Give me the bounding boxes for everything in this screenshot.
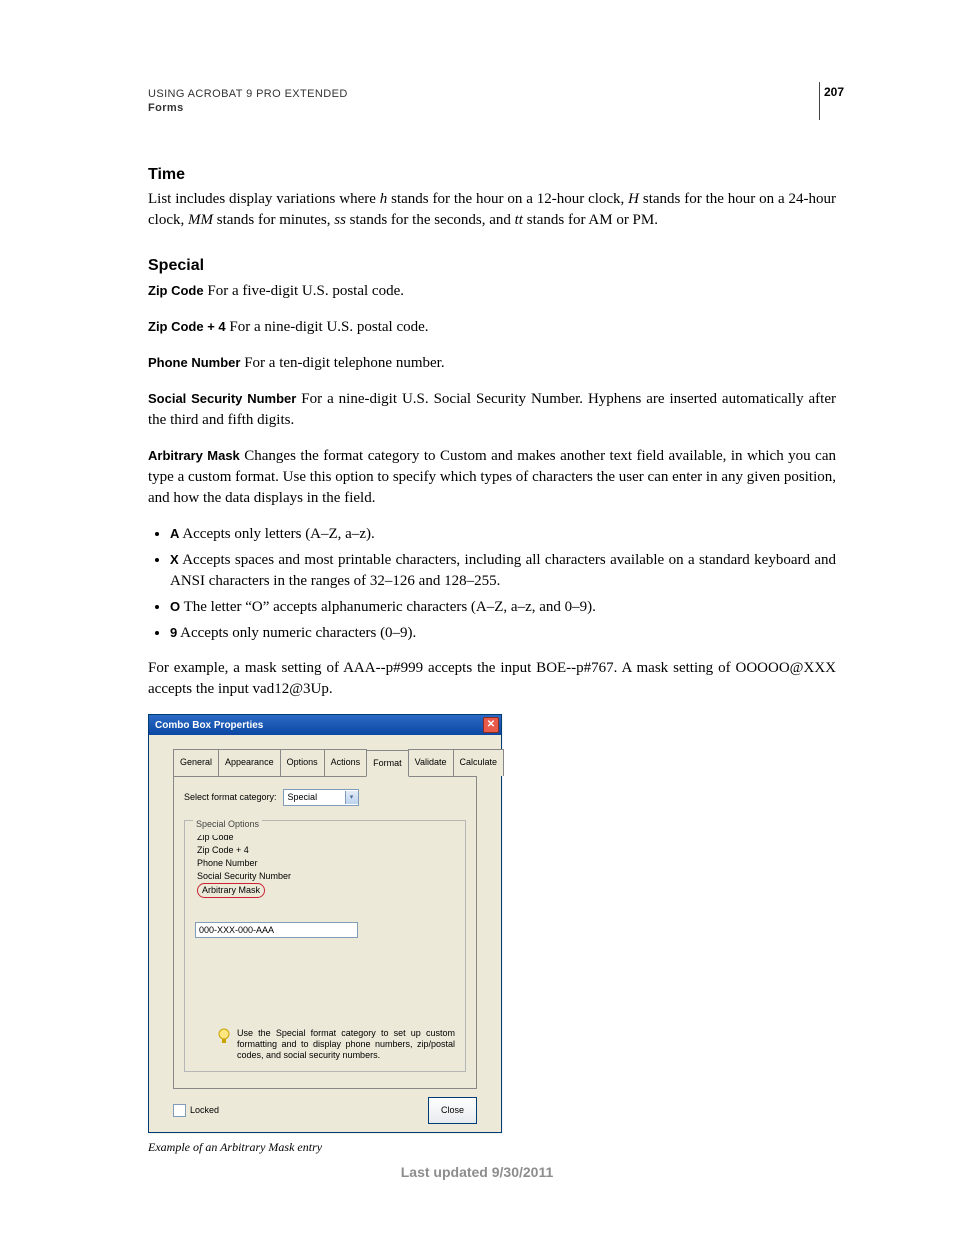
tab-calculate[interactable]: Calculate xyxy=(453,749,505,776)
page-number-rule xyxy=(819,82,820,120)
option-ssn[interactable]: Social Security Number xyxy=(195,870,355,883)
tab-format[interactable]: Format xyxy=(366,750,409,777)
hint-row: Use the Special format category to set u… xyxy=(195,1028,455,1061)
body-content: Time List includes display variations wh… xyxy=(148,164,836,1158)
option-phone[interactable]: Phone Number xyxy=(195,857,355,870)
figure-caption: Example of an Arbitrary Mask entry xyxy=(148,1137,836,1158)
mask-code-X: X Accepts spaces and most printable char… xyxy=(170,549,836,592)
dialog-body: General Appearance Options Actions Forma… xyxy=(149,735,501,1132)
special-options-group: Special Options Zip Code Zip Code + 4 Ph… xyxy=(184,820,466,1072)
mask-code-O: O The letter “O” accepts alphanumeric ch… xyxy=(170,596,836,618)
page-footer: Last updated 9/30/2011 xyxy=(0,1164,954,1180)
tab-options[interactable]: Options xyxy=(280,749,325,776)
chevron-down-icon: ▾ xyxy=(345,791,358,804)
checkbox-icon xyxy=(173,1104,186,1117)
locked-label: Locked xyxy=(190,1100,219,1121)
special-options-list[interactable]: Zip Code Zip Code + 4 Phone Number Socia… xyxy=(195,831,355,898)
def-zip4: Zip Code + 4 For a nine-digit U.S. posta… xyxy=(148,316,836,338)
tab-actions[interactable]: Actions xyxy=(324,749,368,776)
format-category-value: Special xyxy=(288,787,318,808)
paragraph-time: List includes display variations where h… xyxy=(148,189,836,231)
running-header: USING ACROBAT 9 PRO EXTENDED Forms xyxy=(148,88,836,114)
option-arbitrary-mask[interactable]: Arbitrary Mask xyxy=(195,883,355,898)
page-number: 207 xyxy=(824,85,844,99)
def-zip: Zip Code For a five-digit U.S. postal co… xyxy=(148,280,836,302)
dialog-footer: Locked Close xyxy=(173,1097,477,1124)
mask-example: For example, a mask setting of AAA--p#99… xyxy=(148,658,836,700)
dialog-tab-row: General Appearance Options Actions Forma… xyxy=(173,749,477,776)
format-category-label: Select format category: xyxy=(184,787,277,808)
option-zip4[interactable]: Zip Code + 4 xyxy=(195,844,355,857)
tab-general[interactable]: General xyxy=(173,749,219,776)
tab-panel-format: Select format category: Special ▾ Specia… xyxy=(173,776,477,1089)
heading-special: Special xyxy=(148,255,836,276)
page: 207 USING ACROBAT 9 PRO EXTENDED Forms T… xyxy=(0,0,954,1235)
mask-code-9: 9 Accepts only numeric characters (0–9). xyxy=(170,622,836,644)
tab-validate[interactable]: Validate xyxy=(408,749,454,776)
lightbulb-icon xyxy=(217,1028,231,1061)
dialog-combo-box-properties: Combo Box Properties ✕ General Appearanc… xyxy=(148,714,502,1133)
mask-input[interactable]: 000-XXX-000-AAA xyxy=(195,922,358,938)
close-icon[interactable]: ✕ xyxy=(483,717,499,733)
mask-input-value: 000-XXX-000-AAA xyxy=(199,920,274,941)
hint-text: Use the Special format category to set u… xyxy=(237,1028,455,1061)
running-header-line2: Forms xyxy=(148,102,836,114)
close-button[interactable]: Close xyxy=(428,1097,477,1124)
running-header-line1: USING ACROBAT 9 PRO EXTENDED xyxy=(148,88,836,100)
def-phone: Phone Number For a ten-digit telephone n… xyxy=(148,352,836,374)
def-ssn: Social Security Number For a nine-digit … xyxy=(148,388,836,431)
tab-appearance[interactable]: Appearance xyxy=(218,749,281,776)
format-category-row: Select format category: Special ▾ xyxy=(184,787,466,808)
group-legend: Special Options xyxy=(193,814,262,835)
mask-codes-list: A Accepts only letters (A–Z, a–z). X Acc… xyxy=(148,523,836,644)
def-mask: Arbitrary Mask Changes the format catego… xyxy=(148,445,836,509)
dialog-titlebar[interactable]: Combo Box Properties ✕ xyxy=(149,715,501,735)
dialog-title: Combo Box Properties xyxy=(155,715,263,736)
format-category-select[interactable]: Special ▾ xyxy=(283,789,359,806)
locked-checkbox[interactable]: Locked xyxy=(173,1100,219,1121)
heading-time: Time xyxy=(148,164,836,185)
mask-code-A: A Accepts only letters (A–Z, a–z). xyxy=(170,523,836,545)
